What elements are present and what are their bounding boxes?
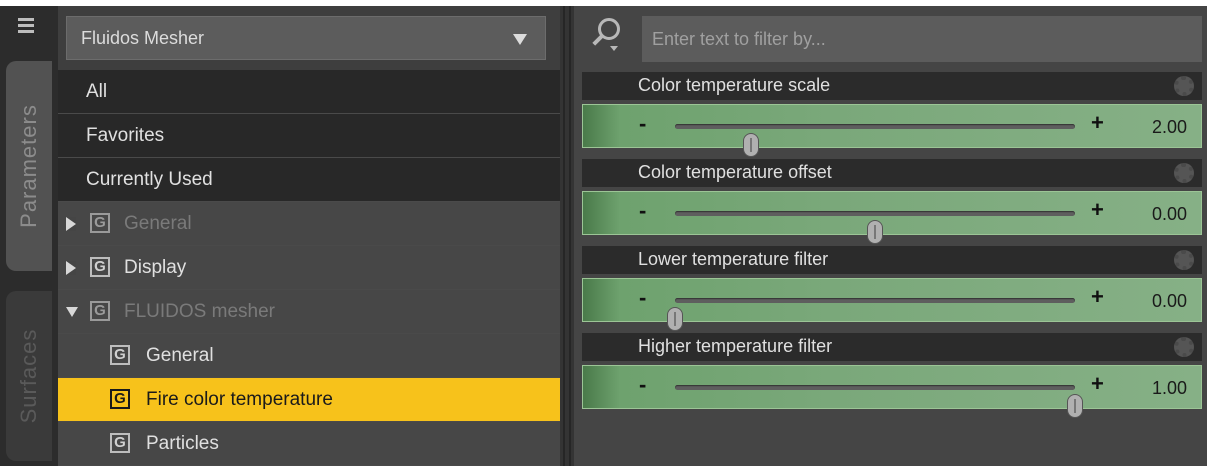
param-header: Color temperature offset [582,159,1202,187]
collapse-arrow-icon[interactable] [66,307,78,317]
property-tree: All Favorites Currently Used G General G… [58,70,560,466]
tree-item-all[interactable]: All [58,70,560,114]
tab-parameters-label: Parameters [16,104,41,228]
node-selector-dropdown[interactable]: Fluidos Mesher [66,16,546,60]
decrement-button[interactable]: - [639,372,646,398]
param-value[interactable]: 0.00 [1152,291,1187,312]
tree-item-label: Currently Used [86,169,213,190]
tree-group-general[interactable]: G General [58,202,560,246]
slider-track[interactable] [675,211,1075,244]
group-icon: G [110,345,130,365]
parameters-panel: Color temperature scale - + 2.00 Color t… [574,6,1207,466]
param-header: Color temperature scale [582,72,1202,100]
increment-button[interactable]: + [1091,110,1104,136]
gear-icon[interactable] [1174,76,1194,96]
group-icon: G [110,389,130,409]
tree-subitem-label: Particles [146,433,219,454]
tree-group-label: Display [124,257,187,278]
filter-input[interactable] [642,16,1202,62]
slider-track[interactable] [667,298,1075,331]
side-tab-strip: Parameters Surfaces [0,6,58,466]
increment-button[interactable]: + [1091,371,1104,397]
tree-subitem-general[interactable]: G General [58,334,560,378]
increment-button[interactable]: + [1091,197,1104,223]
tree-group-label: General [124,213,192,234]
slider-track[interactable] [675,385,1083,418]
expand-arrow-icon[interactable] [66,261,76,275]
expand-arrow-icon[interactable] [66,217,76,231]
param-slider[interactable]: - + 0.00 [582,278,1202,331]
slider-track[interactable] [675,124,1075,157]
param-value[interactable]: 2.00 [1152,117,1187,138]
panel-splitter[interactable] [560,6,574,466]
decrement-button[interactable]: - [639,198,646,224]
slider-thumb[interactable] [667,307,683,331]
param-name: Color temperature offset [638,162,832,182]
group-icon: G [90,257,110,277]
tree-item-label: All [86,81,108,102]
param-header: Lower temperature filter [582,246,1202,274]
param-lower-temperature-filter: Lower temperature filter - + 0.00 [582,246,1202,331]
param-slider[interactable]: - + 1.00 [582,365,1202,418]
tree-item-currently-used[interactable]: Currently Used [58,158,560,202]
tab-parameters[interactable]: Parameters [6,61,52,271]
tree-group-label: FLUIDOS mesher [124,301,275,322]
param-higher-temperature-filter: Higher temperature filter - + 1.00 [582,333,1202,418]
param-header: Higher temperature filter [582,333,1202,361]
param-slider[interactable]: - + 2.00 [582,104,1202,157]
param-name: Color temperature scale [638,75,831,95]
property-group-panel: Fluidos Mesher All Favorites Currently U… [58,6,560,466]
increment-button[interactable]: + [1091,284,1104,310]
param-color-temperature-scale: Color temperature scale - + 2.00 [582,72,1202,157]
tree-subitem-fire-color-temperature[interactable]: G Fire color temperature [58,378,560,422]
tree-group-fluidos-mesher[interactable]: G FLUIDOS mesher [58,290,560,334]
group-icon: G [90,213,110,233]
tree-subitem-label: General [146,345,214,366]
tab-surfaces-label: Surfaces [16,328,41,424]
tree-item-label: Favorites [86,125,165,146]
param-color-temperature-offset: Color temperature offset - + 0.00 [582,159,1202,244]
group-icon: G [110,433,130,453]
gear-icon[interactable] [1174,250,1194,270]
chevron-down-icon[interactable] [513,34,527,45]
tree-subitem-label: Fire color temperature [146,389,333,410]
decrement-button[interactable]: - [639,285,646,311]
gear-icon[interactable] [1174,163,1194,183]
search-icon[interactable] [588,16,628,60]
slider-thumb[interactable] [867,220,883,244]
group-icon: G [90,301,110,321]
decrement-button[interactable]: - [639,111,646,137]
tab-surfaces[interactable]: Surfaces [6,291,52,461]
tree-item-favorites[interactable]: Favorites [58,114,560,158]
param-name: Higher temperature filter [638,336,833,356]
app-window: Parameters Surfaces Fluidos Mesher All F… [0,6,1207,466]
tree-subitem-particles[interactable]: G Particles [58,422,560,466]
param-value[interactable]: 1.00 [1152,378,1187,399]
tree-group-display[interactable]: G Display [58,246,560,290]
param-value[interactable]: 0.00 [1152,204,1187,225]
slider-thumb[interactable] [743,133,759,157]
slider-thumb[interactable] [1067,394,1083,418]
panel-menu-icon[interactable] [14,14,38,38]
gear-icon[interactable] [1174,337,1194,357]
param-name: Lower temperature filter [638,249,829,269]
param-slider[interactable]: - + 0.00 [582,191,1202,244]
node-selector-value: Fluidos Mesher [81,28,205,48]
